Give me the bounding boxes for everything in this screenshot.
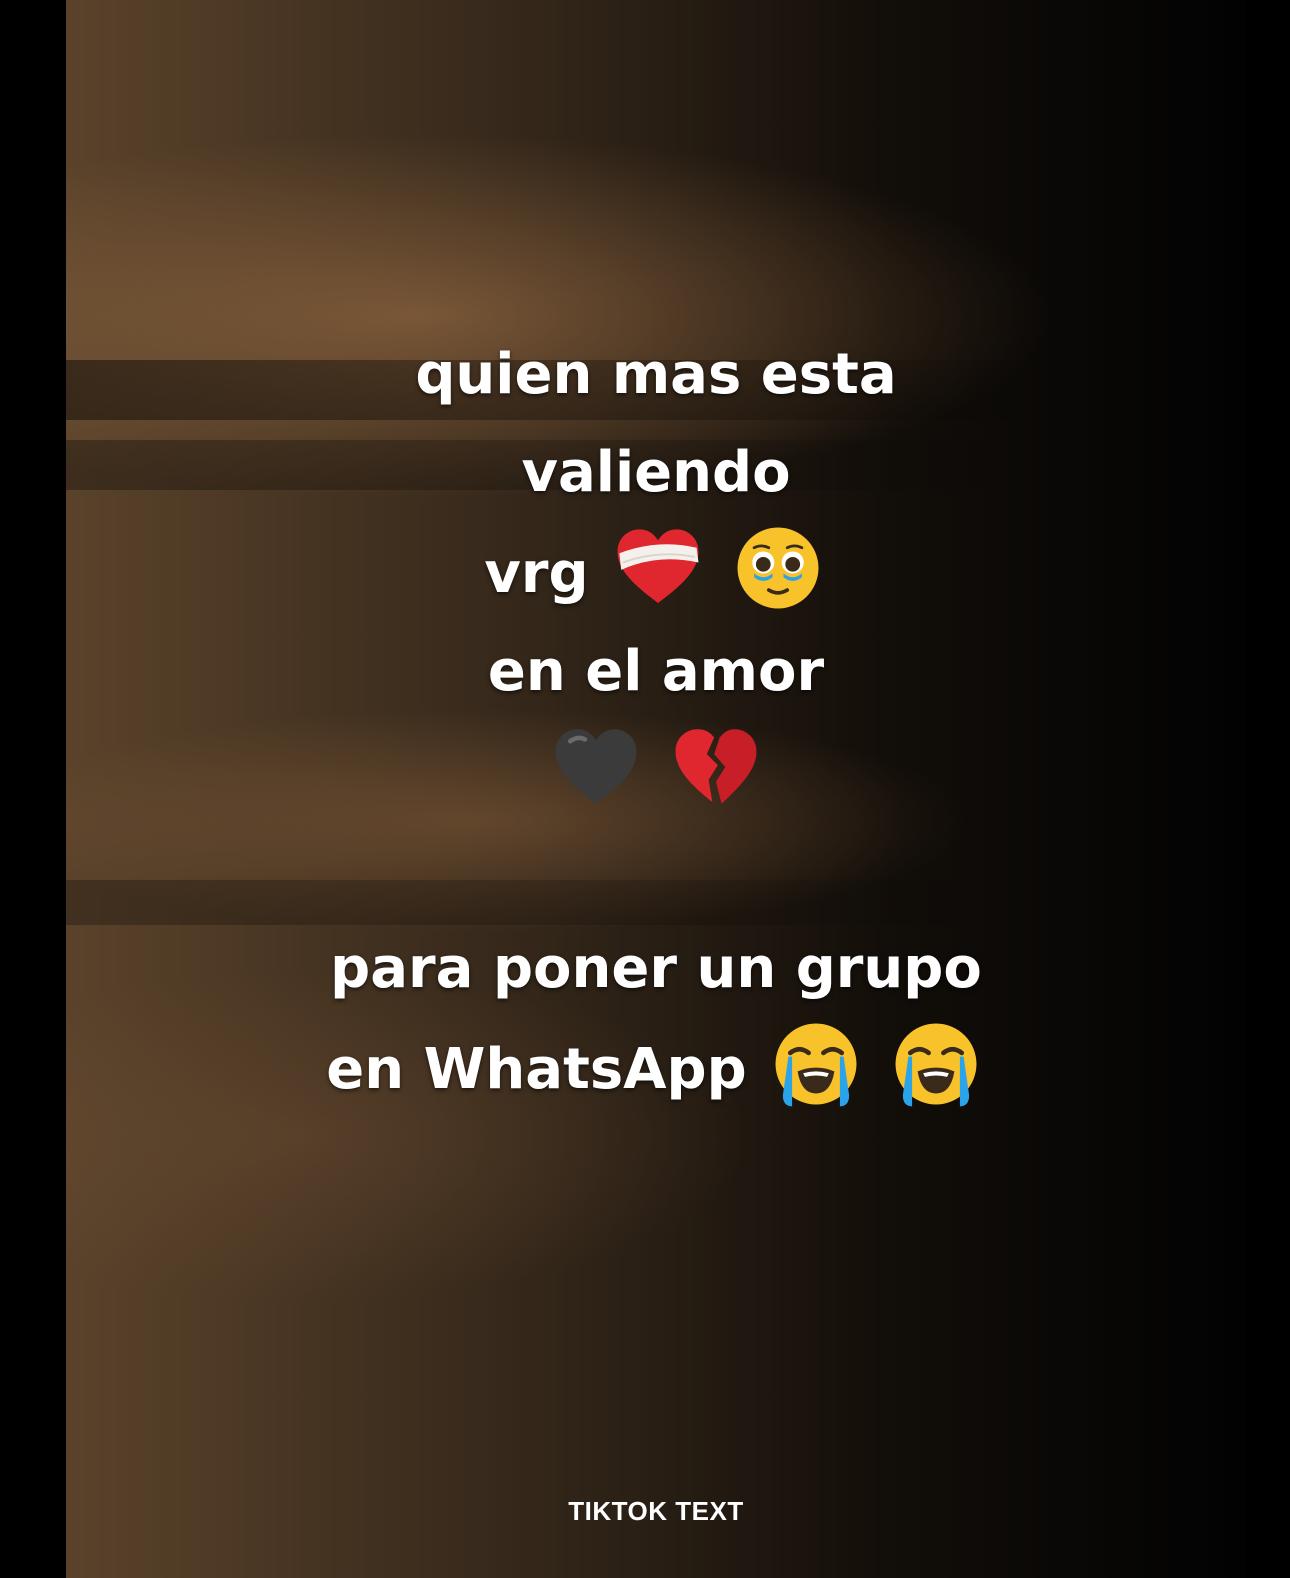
mending-heart-icon xyxy=(617,529,699,603)
caption-word: vrg xyxy=(484,541,589,606)
caption-bottom: para poner un grupo en WhatsApp xyxy=(66,920,1246,1119)
caption-line: en el amor xyxy=(487,639,825,704)
holding-back-tears-icon xyxy=(737,527,819,609)
caption-line-with-emojis: vrg xyxy=(66,522,1246,623)
loudly-crying-icon xyxy=(775,1023,857,1107)
caption-line: para poner un grupo xyxy=(330,936,982,1001)
emoji-row xyxy=(66,721,1246,822)
watermark-text: TIKTOK TEXT xyxy=(568,1496,744,1526)
caption-line: quien mas esta xyxy=(415,342,897,407)
loudly-crying-icon xyxy=(895,1023,977,1107)
caption-line-with-emojis: en WhatsApp xyxy=(66,1018,1246,1119)
caption-word: en WhatsApp xyxy=(326,1037,747,1102)
black-heart-icon xyxy=(555,729,637,804)
caption-line: valiendo xyxy=(521,440,791,505)
broken-heart-icon xyxy=(675,729,757,804)
caption-top: quien mas esta valiendo vrg en el amor xyxy=(66,326,1246,822)
video-frame: quien mas esta valiendo vrg en el amor p… xyxy=(0,0,1290,1578)
background-band xyxy=(66,880,1246,925)
